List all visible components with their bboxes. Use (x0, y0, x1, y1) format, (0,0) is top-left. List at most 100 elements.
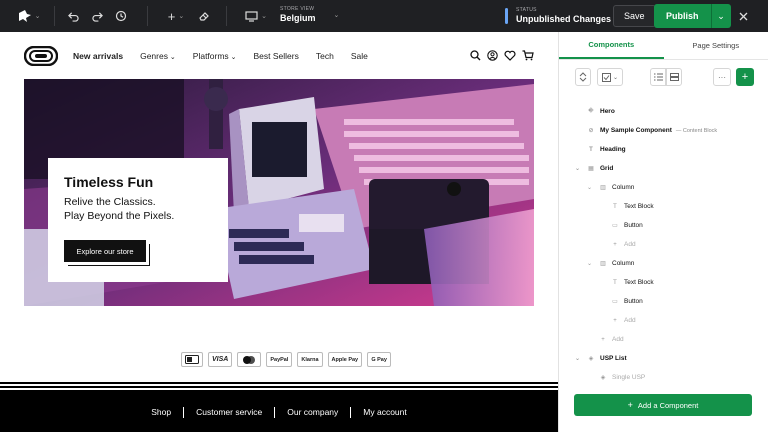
status-indicator: STATUS Unpublished Changes (505, 8, 611, 24)
status-caption: STATUS (516, 7, 537, 13)
footer-link-my-account[interactable]: My account (351, 407, 418, 418)
tree-node-label: Text Block (624, 203, 654, 210)
tree-node-label: Text Block (624, 279, 654, 286)
save-button[interactable]: Save (613, 5, 656, 27)
text-icon: T (613, 203, 617, 210)
desktop-icon (245, 10, 258, 22)
history-icon (115, 10, 127, 22)
footer-link-shop[interactable]: Shop (139, 406, 185, 418)
move-button[interactable] (575, 68, 591, 86)
tree-node-button[interactable]: ▭ Button (559, 216, 768, 235)
plus-icon: + (613, 317, 617, 324)
tree-node-add[interactable]: + Add (559, 311, 768, 330)
tree-node-grid[interactable]: ⌄ ▦ Grid (559, 159, 768, 178)
hero-text-card: Timeless Fun Relive the Classics. Play B… (48, 158, 228, 282)
close-button[interactable] (735, 0, 751, 32)
footer-link-customer-service[interactable]: Customer service (184, 406, 276, 418)
undo-button[interactable] (66, 0, 80, 32)
nav-item-tech[interactable]: Tech (316, 51, 334, 61)
store-header: New arrivals Genres ⌄ Platforms ⌄ Best Sell… (0, 32, 558, 80)
wishlist-heart-icon[interactable] (504, 50, 516, 61)
hero-banner[interactable]: Timeless Fun Relive the Classics. Play B… (24, 79, 534, 306)
tab-page-settings[interactable]: Page Settings (664, 32, 768, 59)
tree-node-label: Column (612, 260, 635, 267)
text-icon: T (589, 146, 593, 153)
tree-node-label: My Sample Component (600, 127, 672, 134)
tree-node-label: Button (624, 222, 643, 229)
store-view-caption: STORE VIEW (280, 6, 315, 12)
tree-node-label: Column (612, 184, 635, 191)
tree-node-add[interactable]: + Add (559, 235, 768, 254)
app-logo-icon (18, 10, 31, 22)
text-icon: T (613, 279, 617, 286)
expand-toggle-icon[interactable]: ⌄ (575, 165, 580, 172)
nav-item-sale[interactable]: Sale (351, 51, 368, 61)
list-icon (653, 73, 663, 81)
more-options-button[interactable]: ··· (713, 68, 731, 86)
plus-icon: + (741, 71, 749, 83)
history-button[interactable] (114, 0, 128, 32)
search-icon[interactable] (470, 50, 481, 61)
tree-node-label: Add (624, 241, 636, 248)
nav-item-genres[interactable]: Genres ⌄ (140, 51, 176, 61)
redo-button[interactable] (90, 0, 104, 32)
tab-components[interactable]: Components (559, 32, 664, 59)
button-icon: ▭ (612, 223, 618, 229)
tree-node-meta: — Content Block (675, 127, 718, 134)
add-block-button[interactable]: + ⌄ (164, 0, 188, 32)
app-logo-menu[interactable]: ⌄ (16, 0, 42, 32)
tree-node-label: Single USP (612, 374, 646, 381)
hero-title: Timeless Fun (64, 174, 154, 190)
tree-node-button[interactable]: ▭ Button (559, 292, 768, 311)
block-view-button[interactable] (666, 68, 682, 86)
list-view-button[interactable] (650, 68, 666, 86)
cart-icon[interactable] (522, 50, 534, 61)
tree-node-usp-list[interactable]: ⌄ ◈ USP List (559, 349, 768, 368)
column-icon: ▥ (600, 185, 606, 191)
add-component-button[interactable]: + Add a Component (574, 394, 752, 416)
plus-icon: + (167, 8, 176, 24)
store-logo[interactable] (24, 46, 58, 66)
apple-pay-logo: Apple Pay (327, 352, 363, 367)
column-icon: ▥ (600, 261, 606, 267)
bancontact-logo (181, 352, 203, 367)
expand-toggle-icon[interactable]: ⌄ (587, 260, 592, 267)
tree-node-hero[interactable]: ⎆ Hero (559, 102, 768, 121)
tree-node-text-block[interactable]: T Text Block (559, 273, 768, 292)
plus-icon: + (613, 241, 617, 248)
tree-node-label: Hero (600, 108, 615, 115)
tree-node-column[interactable]: ⌄ ▥ Column (559, 178, 768, 197)
device-preview-button[interactable]: ⌄ (244, 0, 268, 32)
tree-node-add[interactable]: + Add (559, 330, 768, 349)
nav-item-label: Platforms (192, 51, 229, 61)
footer-link-our-company[interactable]: Our company (275, 406, 352, 418)
select-dropdown-button[interactable]: ⌄ (597, 68, 623, 86)
tree-node-column[interactable]: ⌄ ▥ Column (559, 254, 768, 273)
store-view-selector[interactable]: STORE VIEW Belgium ⌄ (280, 7, 339, 23)
tree-node-my-sample-component[interactable]: ⊘ My Sample Component — Content Block (559, 121, 768, 140)
publish-options-button[interactable]: ⌄ (710, 4, 731, 28)
account-icon[interactable] (487, 50, 498, 61)
move-arrows-icon (579, 72, 587, 82)
panel-tabs: Components Page Settings (559, 32, 768, 60)
tree-node-text-block[interactable]: T Text Block (559, 197, 768, 216)
add-component-small-button[interactable]: + (736, 68, 754, 86)
nav-item-platforms[interactable]: Platforms ⌄ (193, 51, 237, 61)
explore-store-button[interactable]: Explore our store (64, 240, 146, 262)
tree-node-single-usp[interactable]: ◈ Single USP (559, 368, 768, 387)
chevron-down-icon: ⌄ (261, 13, 267, 20)
tree-node-heading[interactable]: T Heading (559, 140, 768, 159)
status-value: Unpublished Changes (516, 14, 612, 24)
nav-item-best-sellers[interactable]: Best Sellers (254, 51, 299, 61)
mastercard-logo (237, 352, 262, 367)
eraser-button[interactable] (197, 0, 211, 32)
publish-button[interactable]: Publish (654, 4, 711, 28)
visa-logo: VISA (208, 352, 233, 367)
redo-icon (91, 11, 103, 22)
expand-toggle-icon[interactable]: ⌄ (587, 184, 592, 191)
store-footer: Shop Customer service Our company My accoun… (0, 392, 558, 432)
expand-toggle-icon[interactable]: ⌄ (575, 355, 580, 362)
nav-item-label: Sale (350, 51, 368, 61)
chevron-down-icon: ⌄ (717, 10, 725, 21)
nav-item-new-arrivals[interactable]: New arrivals (73, 51, 123, 61)
